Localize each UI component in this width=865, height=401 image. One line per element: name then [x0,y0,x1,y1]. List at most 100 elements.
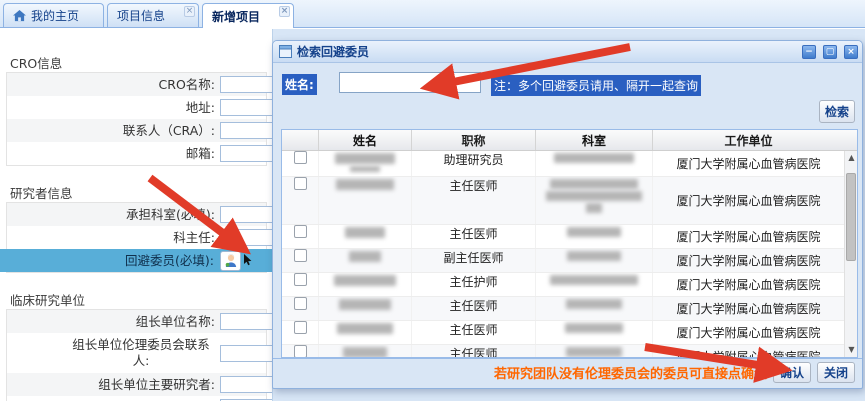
dept-cell-censored [536,225,653,248]
table-row[interactable]: 主任医师厦门大学附属心血管病医院 [282,297,857,321]
maximize-icon[interactable]: ▢ [823,45,837,59]
table-header: 姓名 职称 科室 工作单位 [282,130,857,151]
close-button[interactable]: 关闭 [817,362,855,383]
select-cell [282,321,319,344]
name-field-label: 姓名: [282,74,317,95]
home-icon [13,10,26,22]
column-header-name[interactable]: 姓名 [319,130,412,150]
name-cell-censored [319,321,412,344]
field-label: CRO名称: [7,77,220,93]
table-row[interactable]: 助理研究员厦门大学附属心血管病医院 [282,151,857,177]
form-row-recusal-member: 回避委员(必填): [0,249,273,272]
row-checkbox[interactable] [294,177,307,190]
column-header-title[interactable]: 职称 [412,130,536,150]
table-row[interactable]: 主任医师厦门大学附属心血管病医院 [282,321,857,345]
table-row[interactable]: 副主任医师 厦门大学附属心血管病医院 [282,249,857,273]
form-row: 邮箱: [7,142,266,165]
org-cell: 厦门大学附属心血管病医院 [653,348,844,357]
tab-bar: 我的主页 项目信息 × 新增项目 × [0,0,865,28]
name-cell-censored [319,297,412,320]
field-label: 地址: [7,100,220,116]
tab-new-project[interactable]: 新增项目 × [202,3,294,28]
form-section: 组长单位名称:组长单位伦理委员会联系人:组长单位主要研究者:参加单位: [6,309,267,401]
form-row: 承担科室(必填): [7,203,266,226]
row-checkbox[interactable] [294,345,307,357]
dialog-titlebar[interactable]: 检索回避委员 − ▢ × [273,41,862,63]
footer-warning-text: 若研究团队没有伦理委员会的委员可直接点确认 [494,363,767,382]
org-cell: 厦门大学附属心血管病医院 [653,276,844,293]
title-cell: 副主任医师 [412,249,536,272]
name-cell-censored [319,345,412,357]
dept-cell-censored [536,249,653,272]
search-hint-text: 注：多个回避委员请用、隔开一起查询 [491,75,701,96]
close-icon[interactable]: × [279,6,290,17]
scroll-down-icon[interactable]: ▼ [845,343,857,357]
scrollbar-thumb[interactable] [846,173,856,261]
confirm-button[interactable]: 确认 [773,362,811,383]
title-cell: 主任医师 [412,297,536,320]
person-icon [223,253,239,268]
new-project-form: CRO信息CRO名称:地址:联系人（CRA）:邮箱:研究者信息承担科室(必填):… [0,29,273,401]
form-row: 地址: [7,96,266,119]
name-search-input[interactable] [339,72,481,93]
org-cell: 厦门大学附属心血管病医院 [653,228,844,245]
form-text-input[interactable] [220,206,273,223]
form-section-title: 临床研究单位 [10,290,272,306]
field-label: 回避委员(必填): [0,253,220,269]
select-cell [282,177,319,224]
field-label: 组长单位名称: [7,314,220,330]
minimize-icon[interactable]: − [802,45,816,59]
form-section-title: CRO信息 [10,53,272,69]
form-text-input[interactable] [220,313,273,330]
title-cell: 主任护师 [412,273,536,296]
form-text-input[interactable] [220,99,273,116]
form-text-input[interactable] [220,76,273,93]
field-label: 科主任: [7,230,220,246]
row-checkbox[interactable] [294,273,307,286]
form-text-input[interactable] [220,122,273,139]
table-row[interactable]: 主任医师厦门大学附属心血管病医院 [282,177,857,225]
row-checkbox[interactable] [294,249,307,262]
column-header-dept[interactable]: 科室 [536,130,653,150]
table-scrollbar[interactable]: ▲ ▼ [844,151,857,357]
mouse-cursor-icon [244,251,253,270]
form-text-input[interactable] [220,345,273,362]
field-label: 承担科室(必填): [7,207,220,223]
form-text-input[interactable] [220,229,273,246]
row-checkbox[interactable] [294,297,307,310]
org-cell: 厦门大学附属心血管病医院 [653,155,844,172]
table-row[interactable]: 主任护师 厦门大学附属心血管病医院 [282,273,857,297]
search-button[interactable]: 检索 [819,100,855,123]
select-column-header [282,130,319,150]
member-picker-button[interactable] [220,251,241,271]
form-row: CRO名称: [7,73,266,96]
table-row[interactable]: 主任医师厦门大学附属心血管病医院 [282,225,857,249]
form-row: 科主任: [7,226,266,249]
close-icon[interactable]: × [184,6,195,17]
search-recusal-member-dialog: 检索回避委员 − ▢ × 姓名: 注：多个回避委员请用、隔开一起查询 检索 姓名… [272,40,863,389]
row-checkbox[interactable] [294,321,307,334]
table-row[interactable]: 主任医师 厦门大学附属心血管病医院 [282,345,857,357]
members-table: 姓名 职称 科室 工作单位 助理研究员厦门大学附属心血管病医院主任医师厦门大学附… [281,129,858,358]
dept-cell-censored [536,345,653,357]
dialog-title: 检索回避委员 [297,43,795,60]
close-icon[interactable]: × [844,45,858,59]
tab-project-info[interactable]: 项目信息 × [107,3,199,27]
title-cell: 主任医师 [412,345,536,357]
scroll-up-icon[interactable]: ▲ [845,151,857,165]
field-label: 组长单位主要研究者: [7,377,220,393]
column-header-org[interactable]: 工作单位 [653,130,844,150]
tab-label: 项目信息 [117,7,165,24]
form-section: CRO名称: 地址: 联系人（CRA）: 邮箱: [6,72,267,166]
form-text-input[interactable] [220,145,273,162]
org-cell: 厦门大学附属心血管病医院 [653,324,844,341]
field-label: 联系人（CRA）: [7,123,220,139]
dept-cell-censored [536,177,653,224]
row-checkbox[interactable] [294,151,307,164]
tab-my-home[interactable]: 我的主页 [3,3,104,27]
row-checkbox[interactable] [294,225,307,238]
org-cell: 厦门大学附属心血管病医院 [653,252,844,269]
form-text-input[interactable] [220,376,273,393]
select-cell [282,151,319,176]
org-cell: 厦门大学附属心血管病医院 [653,192,844,209]
